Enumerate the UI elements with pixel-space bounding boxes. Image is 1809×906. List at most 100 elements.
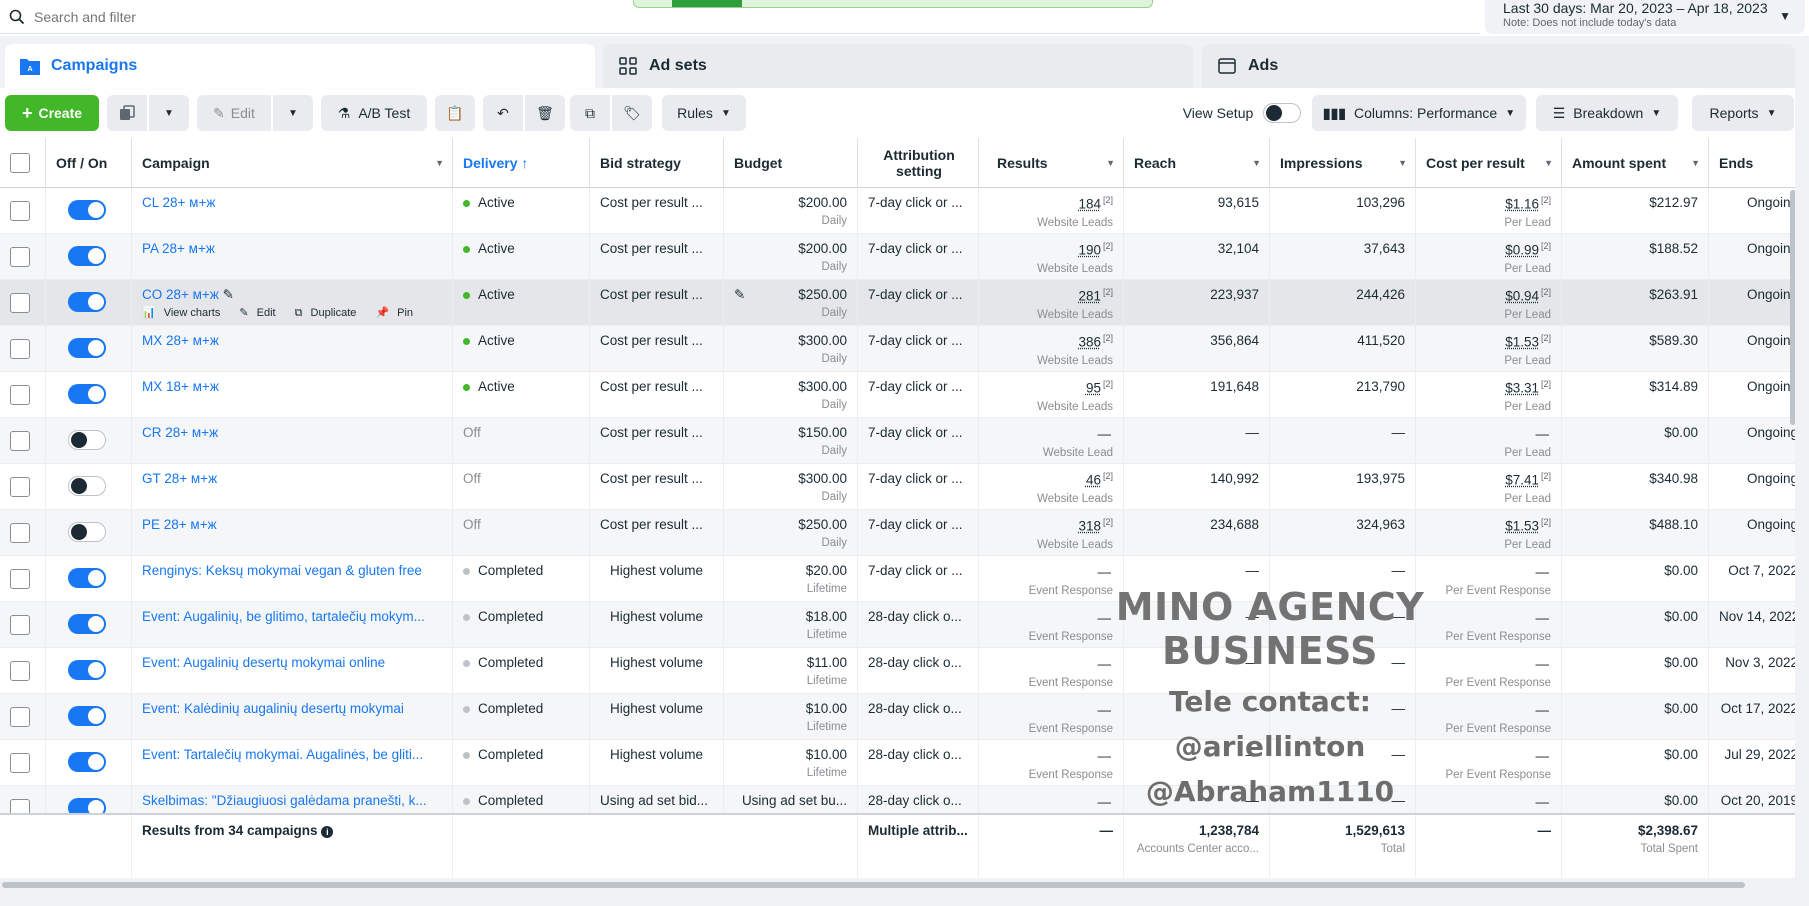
column-off-on[interactable]: Off / On (46, 138, 132, 188)
table-row[interactable]: PA 28+ м+ж Active Cost per result ... $200.… (0, 234, 1795, 280)
column-attribution[interactable]: Attribution setting (858, 138, 979, 188)
campaign-name-link[interactable]: Renginys: Keksų mokymai vegan & gluten f… (142, 563, 422, 578)
campaign-toggle[interactable] (68, 384, 106, 404)
select-all-checkbox[interactable] (10, 153, 30, 173)
edit-action[interactable]: ✎ Edit (239, 307, 283, 319)
column-amount-spent[interactable]: Amount spent ▼ (1562, 138, 1709, 188)
row-checkbox[interactable] (10, 753, 30, 773)
column-bid-strategy[interactable]: Bid strategy (590, 138, 724, 188)
row-checkbox[interactable] (10, 385, 30, 405)
date-range-picker[interactable]: Last 30 days: Mar 20, 2023 – Apr 18, 202… (1485, 0, 1805, 34)
undo-button[interactable]: ↶ (483, 95, 523, 131)
view-setup-toggle[interactable]: View Setup (1178, 95, 1306, 131)
row-checkbox[interactable] (10, 477, 30, 497)
campaign-toggle[interactable] (68, 660, 106, 680)
column-campaign[interactable]: Campaign ▼ (132, 138, 453, 188)
row-checkbox[interactable] (10, 661, 30, 681)
ab-test-button[interactable]: ⚗ A/B Test (321, 95, 427, 131)
campaign-toggle[interactable] (68, 476, 106, 496)
table-row[interactable]: CR 28+ м+ж Off Cost per result ... $150.00 D… (0, 418, 1795, 464)
duplicate-dropdown[interactable]: ▼ (149, 95, 189, 131)
row-checkbox[interactable] (10, 201, 30, 221)
pin-action[interactable]: 📌 Pin (375, 307, 421, 319)
table-row[interactable]: MX 18+ м+ж Active Cost per result ... $300.… (0, 372, 1795, 418)
campaign-name-link[interactable]: GT 28+ м+ж (142, 471, 217, 486)
campaign-name-link[interactable]: Event: Augalinių, be glitimo, tartalečių… (142, 609, 425, 624)
campaign-name-link[interactable]: CO 28+ м+ж (142, 287, 219, 302)
row-checkbox[interactable] (10, 707, 30, 727)
campaign-name-link[interactable]: PE 28+ м+ж (142, 517, 217, 532)
table-row[interactable]: Renginys: Keksų mokymai vegan & gluten f… (0, 556, 1795, 602)
row-checkbox[interactable] (10, 569, 30, 589)
scrollbar-thumb[interactable] (2, 882, 1745, 888)
column-impressions[interactable]: Impressions ▼ (1270, 138, 1416, 188)
reports-button[interactable]: Reports ▼ (1692, 95, 1794, 131)
campaign-name-link[interactable]: MX 28+ м+ж (142, 333, 219, 348)
campaign-name-link[interactable]: PA 28+ м+ж (142, 241, 215, 256)
pencil-icon[interactable]: ✎ (734, 287, 745, 303)
table-row[interactable]: CO 28+ м+ж ✎ 📊 View charts ✎ Edit ⧉ Duplica… (0, 280, 1795, 326)
vertical-scrollbar[interactable] (1790, 190, 1795, 425)
row-checkbox[interactable] (10, 339, 30, 359)
duplicate-action[interactable]: ⧉ Duplicate (295, 307, 365, 319)
campaign-name-link[interactable]: MX 18+ м+ж (142, 379, 219, 394)
edit-button[interactable]: ✎ Edit (197, 95, 271, 131)
preview-button[interactable]: ⧉ (570, 95, 610, 131)
view-charts-action[interactable]: 📊 View charts (142, 307, 228, 319)
edit-dropdown[interactable]: ▼ (273, 95, 313, 131)
table-row[interactable]: MX 28+ м+ж Active Cost per result ... $300.… (0, 326, 1795, 372)
campaign-name-link[interactable]: CR 28+ м+ж (142, 425, 218, 440)
campaign-toggle[interactable] (68, 522, 106, 542)
tab-ad-sets[interactable]: Ad sets (603, 44, 1193, 88)
column-delivery[interactable]: Delivery ↑ (453, 138, 590, 188)
campaign-toggle[interactable] (68, 614, 106, 634)
duplicate-button[interactable] (107, 95, 147, 131)
row-checkbox[interactable] (10, 247, 30, 267)
campaign-toggle[interactable] (68, 338, 106, 358)
campaign-toggle[interactable] (68, 246, 106, 266)
campaign-toggle[interactable] (68, 706, 106, 726)
column-cost-per-result[interactable]: Cost per result ▼ (1416, 138, 1562, 188)
search-input[interactable] (34, 8, 1234, 25)
table-row[interactable]: Event: Augalinių, be glitimo, tartalečių… (0, 602, 1795, 648)
row-checkbox[interactable] (10, 293, 30, 313)
campaign-name-link[interactable]: Event: Tartalečių mokymai. Augalinės, be… (142, 747, 423, 762)
campaign-toggle[interactable] (68, 752, 106, 772)
extension-button[interactable] (672, 0, 742, 7)
column-ends[interactable]: Ends (1709, 138, 1795, 188)
pencil-icon[interactable]: ✎ (223, 287, 234, 302)
campaign-name-link[interactable]: Event: Augalinių desertų mokymai online (142, 655, 385, 670)
row-checkbox[interactable] (10, 523, 30, 543)
column-budget[interactable]: Budget (724, 138, 858, 188)
delete-button[interactable]: 🗑 (525, 95, 565, 131)
tab-ads[interactable]: Ads (1202, 44, 1795, 88)
table-row[interactable]: Event: Kalėdinių augalinių desertų mokym… (0, 694, 1795, 740)
breakdown-button[interactable]: ☰ Breakdown ▼ (1536, 95, 1678, 131)
table-row[interactable]: Event: Augalinių desertų mokymai online C… (0, 648, 1795, 694)
columns-button[interactable]: ▮▮▮ Columns: Performance ▼ (1312, 95, 1526, 131)
campaign-toggle[interactable] (68, 200, 106, 220)
clipboard-button[interactable]: 📋 (435, 95, 475, 131)
campaign-name-link[interactable]: CL 28+ м+ж (142, 195, 215, 210)
campaign-toggle[interactable] (68, 568, 106, 588)
tag-button[interactable]: 🏷 (612, 95, 652, 131)
row-checkbox[interactable] (10, 431, 30, 451)
bid-cell: Cost per result ... (590, 464, 724, 510)
info-icon[interactable]: i (321, 826, 334, 838)
horizontal-scrollbar[interactable] (0, 880, 1809, 890)
campaign-name-link[interactable]: Event: Kalėdinių augalinių desertų mokym… (142, 701, 404, 716)
view-setup-switch[interactable] (1263, 103, 1302, 123)
table-row[interactable]: PE 28+ м+ж Off Cost per result ... $250.00 D… (0, 510, 1795, 556)
column-reach[interactable]: Reach ▼ (1124, 138, 1270, 188)
campaign-toggle[interactable] (68, 292, 106, 312)
campaign-toggle[interactable] (68, 430, 106, 450)
column-results[interactable]: Results ▼ (979, 138, 1124, 188)
rules-button[interactable]: Rules ▼ (662, 95, 746, 131)
table-row[interactable]: CL 28+ м+ж Active Cost per result ... $200.… (0, 188, 1795, 234)
row-checkbox[interactable] (10, 615, 30, 635)
campaign-name-link[interactable]: Skelbimas: "Džiaugiuosi galėdama pranešt… (142, 793, 427, 808)
create-button[interactable]: + Create (5, 95, 99, 131)
tab-campaigns[interactable]: A Campaigns (5, 44, 595, 88)
table-row[interactable]: Event: Tartalečių mokymai. Augalinės, be… (0, 740, 1795, 786)
table-row[interactable]: GT 28+ м+ж Off Cost per result ... $300.00 D… (0, 464, 1795, 510)
